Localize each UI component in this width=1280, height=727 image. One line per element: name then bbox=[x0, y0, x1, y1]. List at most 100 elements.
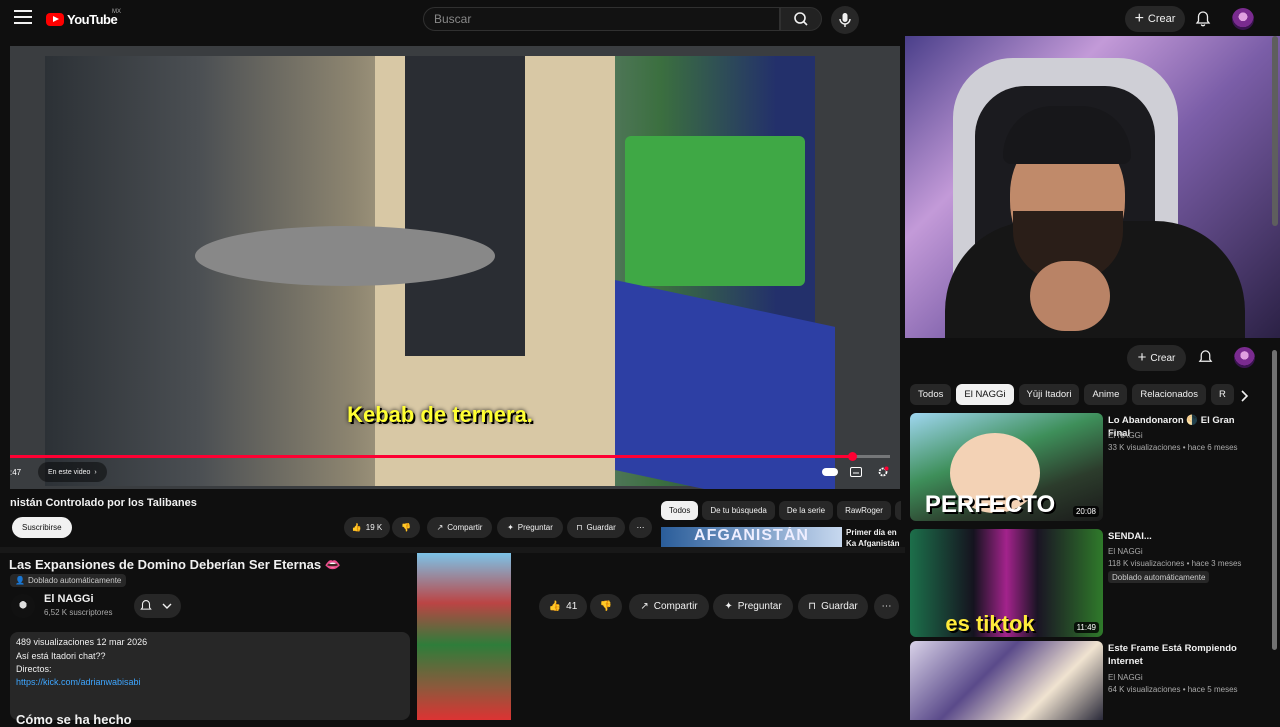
sparkle-icon: ✦ bbox=[724, 601, 733, 612]
progress-bar[interactable] bbox=[10, 452, 890, 461]
progress-scrubber[interactable] bbox=[848, 452, 858, 461]
inner-ask-button[interactable]: ✦ Preguntar bbox=[497, 517, 563, 538]
filter-chip[interactable]: El NAGGi bbox=[956, 384, 1014, 405]
account-avatar[interactable] bbox=[1232, 8, 1254, 30]
inner-more-button[interactable]: ⋯ bbox=[629, 517, 652, 538]
channel-name[interactable]: El NAGGi bbox=[44, 593, 94, 605]
youtube-play-icon bbox=[46, 12, 64, 26]
subscription-bell-button[interactable] bbox=[134, 594, 181, 618]
share-button[interactable]: ↗ Compartir bbox=[629, 594, 709, 619]
thumbs-up-icon: 👍 bbox=[548, 601, 562, 612]
thumbs-up-icon: 👍 bbox=[351, 523, 362, 532]
dislike-button[interactable]: 👎 bbox=[590, 594, 622, 619]
description-stats: 489 visualizaciones 12 mar 2026 bbox=[16, 637, 148, 647]
recommendation-meta: 33 K visualizaciones • hace 6 meses bbox=[1108, 443, 1238, 452]
channel-avatar[interactable] bbox=[11, 594, 35, 618]
top-bar: YouTube MX + Crear bbox=[0, 0, 1280, 38]
scrollbar[interactable] bbox=[1272, 350, 1277, 650]
lips-emoji-icon: 👄 bbox=[324, 557, 341, 572]
streamer-hand bbox=[1030, 261, 1110, 331]
related-filter-chips: Todos El NAGGi Yūji Itadori Anime Relacionad… bbox=[910, 384, 1240, 406]
more-horizontal-icon: ⋯ bbox=[881, 601, 892, 612]
share-icon: ↗ bbox=[640, 601, 649, 612]
youtube-logo[interactable]: YouTube bbox=[46, 10, 118, 28]
recommendation-channel[interactable]: El NAGGi bbox=[1108, 430, 1143, 441]
notifications-bell-icon[interactable] bbox=[1197, 349, 1214, 366]
chevron-right-icon[interactable] bbox=[1238, 389, 1250, 403]
inner-filter-chip[interactable]: De tu búsqueda bbox=[702, 501, 775, 520]
inner-dislike-button[interactable]: 👎 bbox=[392, 517, 420, 538]
chevron-down-icon bbox=[162, 603, 172, 609]
subscriber-count: 6,52 K suscriptores bbox=[44, 608, 113, 617]
menu-icon[interactable] bbox=[14, 10, 32, 24]
filter-chip[interactable]: Todos bbox=[910, 384, 952, 405]
ask-button[interactable]: ✦ Preguntar bbox=[713, 594, 793, 619]
auto-dubbed-badge: 👤 Doblado automáticamente bbox=[10, 574, 127, 587]
webcam-overlay bbox=[905, 36, 1280, 338]
recommendation-title[interactable]: SENDAI... bbox=[1108, 530, 1258, 543]
kebab-tray bbox=[195, 226, 495, 286]
plus-icon: + bbox=[1134, 10, 1144, 27]
more-actions-button[interactable]: ⋯ bbox=[874, 594, 899, 619]
share-icon: ↗ bbox=[436, 523, 444, 532]
thumbs-down-icon: 👎 bbox=[599, 601, 613, 612]
recommendation-thumbnail[interactable]: es tiktok 11:49 bbox=[910, 529, 1103, 637]
create-button-secondary[interactable]: + Crear bbox=[1127, 345, 1186, 371]
inner-video-title: nistán Controlado por los Talibanes bbox=[10, 497, 197, 509]
captions-icon[interactable] bbox=[850, 467, 862, 477]
bookmark-icon: ⊓ bbox=[808, 601, 817, 612]
recommendation-channel[interactable]: El NAGGi bbox=[1108, 672, 1143, 683]
inner-share-button[interactable]: ↗ Compartir bbox=[427, 517, 492, 538]
autoplay-toggle[interactable] bbox=[822, 468, 838, 476]
inner-filter-chip[interactable]: RawRoger bbox=[837, 501, 891, 520]
filter-chip[interactable]: Anime bbox=[1084, 384, 1128, 405]
save-button[interactable]: ⊓ Guardar bbox=[798, 594, 868, 619]
recommendation-meta: 118 K visualizaciones • hace 3 meses bbox=[1108, 559, 1242, 568]
search-button[interactable] bbox=[780, 7, 822, 31]
mic-icon bbox=[839, 13, 851, 27]
description-link[interactable]: https://kick.com/adrianwabisabi bbox=[16, 677, 141, 687]
inner-save-button[interactable]: ⊓ Guardar bbox=[567, 517, 625, 538]
recommendation-thumbnail[interactable]: PERFECTO 20:08 bbox=[910, 413, 1103, 521]
auto-dubbed-badge: Doblado automáticamente bbox=[1108, 571, 1210, 583]
inner-rec-title[interactable]: Primer día en Ka Afganistán Bajo bbox=[846, 527, 906, 549]
inner-filter-chip[interactable]: Viaj bbox=[894, 501, 901, 520]
recommendation-thumbnail[interactable] bbox=[910, 641, 1103, 720]
filter-chip[interactable]: R bbox=[1210, 384, 1234, 405]
chevron-right-icon: › bbox=[94, 468, 97, 476]
video-subtitle: Kebab de ternera. bbox=[347, 402, 533, 427]
search-input[interactable] bbox=[424, 8, 774, 30]
embedded-short-preview[interactable] bbox=[417, 553, 511, 720]
vendor-vest bbox=[405, 56, 525, 356]
search-box[interactable] bbox=[423, 7, 780, 31]
description-line: Así está Itadori chat?? bbox=[16, 651, 106, 661]
recommendation-title[interactable]: Este Frame Está Rompiendo Internet bbox=[1108, 642, 1258, 668]
recommendation-meta: 64 K visualizaciones • hace 5 meses bbox=[1108, 685, 1238, 694]
plus-icon: + bbox=[1137, 349, 1147, 366]
create-button[interactable]: + Crear bbox=[1125, 6, 1185, 32]
recommendation-channel[interactable]: El NAGGi bbox=[1108, 546, 1143, 557]
inner-rec-thumbnail[interactable]: AFGANISTÁN bbox=[661, 527, 842, 547]
inner-filter-chips: TodosDe tu búsquedaDe la serieRawRogerVi… bbox=[661, 501, 901, 521]
filter-chip[interactable]: Yūji Itadori bbox=[1018, 384, 1080, 405]
notifications-bell-icon[interactable] bbox=[1194, 10, 1212, 28]
inner-filter-chip[interactable]: Todos bbox=[661, 501, 699, 520]
like-button[interactable]: 👍 41 bbox=[539, 594, 587, 619]
account-avatar-secondary[interactable] bbox=[1234, 347, 1255, 368]
voice-search-button[interactable] bbox=[831, 6, 859, 34]
settings-gear-icon[interactable] bbox=[877, 466, 889, 478]
person-voice-icon: 👤 bbox=[15, 576, 25, 585]
video-title: Las Expansiones de Domino Deberían Ser E… bbox=[9, 557, 341, 572]
filter-chip[interactable]: Relacionados bbox=[1132, 384, 1206, 405]
thumbnail-text: es tiktok bbox=[945, 611, 1035, 636]
video-player[interactable]: Kebab de ternera. :47 En este video › bbox=[10, 46, 900, 489]
duration-badge: 11:49 bbox=[1073, 622, 1099, 633]
more-horizontal-icon: ⋯ bbox=[636, 523, 645, 532]
search-icon bbox=[794, 12, 808, 26]
inner-filter-chip[interactable]: De la serie bbox=[778, 501, 834, 520]
thumbnail-text: PERFECTO bbox=[924, 491, 1056, 518]
chapters-button[interactable]: En este video › bbox=[38, 462, 107, 482]
thumbs-down-icon: 👎 bbox=[401, 523, 411, 532]
inner-like-button[interactable]: 👍 19 K bbox=[344, 517, 390, 538]
inner-subscribe-button[interactable]: Suscribirse bbox=[12, 517, 72, 538]
